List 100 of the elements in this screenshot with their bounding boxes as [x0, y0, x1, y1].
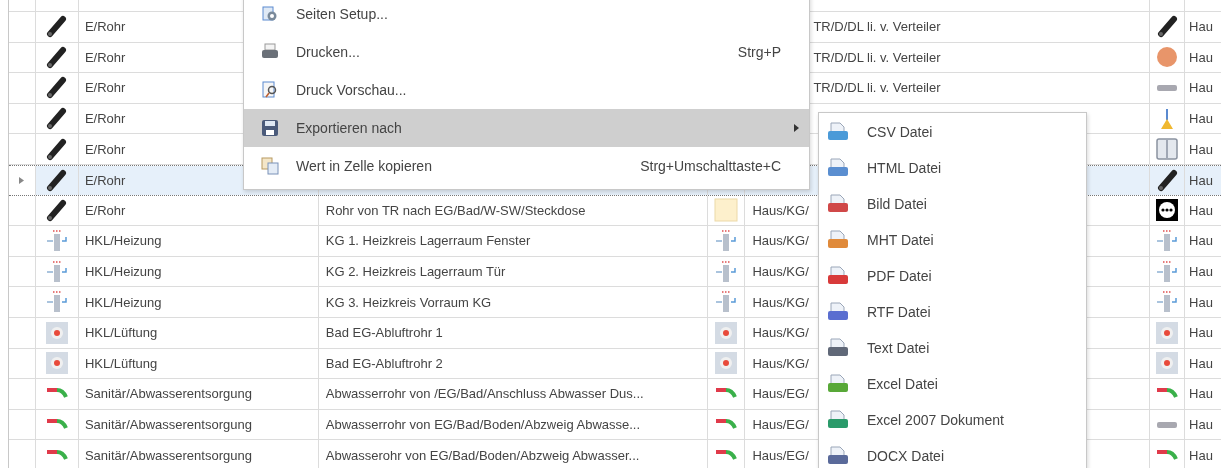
- table-cell: Hau: [1189, 417, 1213, 432]
- table-cell: Hau: [1189, 355, 1213, 371]
- table-cell: Hau: [1189, 447, 1213, 463]
- vent-icon: [714, 351, 739, 376]
- pipe-icon: [46, 137, 68, 161]
- menu-item[interactable]: DOCX Datei: [819, 438, 1086, 468]
- table-cell: Haus/KG/: [752, 233, 809, 249]
- pipe-icon: [1156, 168, 1178, 192]
- table-cell: Abwasserohr von EG/Bad/Boden/Abzweig Abwasser...: [325, 447, 640, 463]
- elbow-pipe-icon: [45, 418, 68, 431]
- print-preview-icon: [261, 81, 279, 99]
- menu-item[interactable]: Drucken... Strg+P: [244, 33, 809, 71]
- lamp-icon: [1160, 107, 1175, 130]
- table-cell: HKL/Heizung: [84, 233, 162, 249]
- pipe-icon: [1156, 15, 1178, 39]
- table-cell: HKL/Lüftung: [84, 325, 158, 341]
- note-icon: [714, 198, 739, 223]
- table-cell: Bad EG-Abluftrohr 1: [325, 325, 443, 341]
- table-cell: E/Rohr: [84, 49, 126, 65]
- menu-item[interactable]: Wert in Zelle kopieren Strg+Umschalttaste+C: [244, 147, 809, 185]
- table-cell: KG 1. Heizkreis Lagerraum Fenster: [325, 233, 531, 249]
- table-cell: Hau: [1189, 264, 1213, 280]
- table-cell: Hau: [1189, 111, 1213, 127]
- radiator-icon: [1156, 291, 1179, 314]
- vent-icon: [1155, 320, 1180, 345]
- menu-item[interactable]: CSV Datei: [819, 114, 1086, 150]
- bar-icon: [1157, 85, 1178, 91]
- vent-icon: [1155, 351, 1180, 376]
- switch-plate-icon: [1155, 137, 1180, 162]
- menu-item[interactable]: Druck Vorschau...: [244, 71, 809, 109]
- table-cell: Abwasserrohr von EG/Bad/Boden/Abzweig Abwasse...: [325, 417, 641, 432]
- elbow-pipe-icon: [1156, 448, 1179, 462]
- radiator-icon: [715, 291, 738, 314]
- table-cell: Hau: [1189, 294, 1213, 310]
- elbow-pipe-icon: [45, 448, 68, 462]
- elbow-pipe-icon: [715, 448, 738, 462]
- table-cell: HKL/Heizung: [84, 264, 162, 280]
- table-cell: Hau: [1189, 19, 1213, 35]
- table-cell: Hau: [1189, 172, 1213, 188]
- table-cell: E/Rohr: [84, 111, 126, 127]
- copy-icon: [261, 157, 279, 175]
- menu-item[interactable]: Exportieren nach: [244, 109, 809, 147]
- table-cell: TR/D/DL li. v. Verteiler: [813, 49, 941, 65]
- table-cell: Rohr von TR nach EG/Bad/W-SW/Steckdose: [325, 202, 586, 218]
- pipe-icon: [46, 45, 68, 69]
- menu-item[interactable]: Seiten Setup...: [244, 0, 809, 33]
- elbow-pipe-icon: [45, 387, 68, 401]
- table-cell: Haus/KG/: [752, 294, 809, 310]
- vent-icon: [44, 351, 69, 376]
- radiator-icon: [45, 291, 68, 314]
- table-cell: Hau: [1189, 233, 1213, 249]
- table-cell: KG 2. Heizkreis Lagerraum Tür: [325, 264, 506, 280]
- radiator-icon: [715, 229, 738, 252]
- table-cell: Hau: [1189, 141, 1213, 157]
- radiator-icon: [715, 260, 738, 283]
- table-cell: Abwasserrohr von /EG/Bad/Anschluss Abwasser Dus...: [325, 386, 644, 402]
- table-cell: Hau: [1189, 386, 1213, 402]
- table-cell: TR/D/DL li. v. Verteiler: [813, 80, 941, 96]
- vent-icon: [44, 320, 69, 345]
- table-cell: E/Rohr: [84, 172, 126, 188]
- table-cell: E/Rohr: [84, 141, 126, 157]
- disc-icon: [1157, 47, 1178, 68]
- menu-item[interactable]: HTML Datei: [819, 150, 1086, 186]
- row-indicator-icon: [19, 176, 25, 184]
- bar-icon: [1157, 421, 1178, 428]
- vent-icon: [714, 320, 739, 345]
- table-cell: Haus/KG/: [752, 325, 809, 341]
- page-setup-icon: [261, 5, 279, 23]
- pipe-icon: [46, 76, 68, 100]
- table-cell: TR/D/DL li. v. Verteiler: [813, 19, 941, 35]
- table-cell: Hau: [1189, 202, 1213, 218]
- radiator-icon: [45, 229, 68, 252]
- elbow-pipe-icon: [715, 418, 738, 431]
- table-cell: Hau: [1189, 49, 1213, 65]
- table-cell: Haus/EG/: [752, 447, 809, 463]
- table-cell: Haus/EG/: [752, 417, 809, 432]
- table-cell: Sanitär/Abwasserentsorgung: [84, 447, 252, 463]
- table-cell: Hau: [1189, 325, 1213, 341]
- table-cell: HKL/Heizung: [84, 294, 162, 310]
- table-cell: Sanitär/Abwasserentsorgung: [84, 417, 252, 432]
- pipe-icon: [46, 107, 68, 131]
- table-cell: HKL/Lüftung: [84, 355, 158, 371]
- table-cell: Haus/EG/: [752, 386, 809, 402]
- pipe-icon: [46, 15, 68, 39]
- pipe-icon: [46, 198, 68, 222]
- radiator-icon: [1156, 260, 1179, 283]
- socket-icon: [1155, 198, 1180, 223]
- table-cell: E/Rohr: [84, 80, 126, 96]
- table-cell: Bad EG-Abluftrohr 2: [325, 355, 443, 371]
- table-cell: Haus/KG/: [752, 202, 809, 218]
- printer-icon: [261, 43, 279, 61]
- table-cell: E/Rohr: [84, 19, 126, 35]
- table-cell: Sanitär/Abwasserentsorgung: [84, 386, 252, 402]
- pipe-icon: [46, 168, 68, 192]
- table-cell: Haus/KG/: [752, 355, 809, 371]
- table-cell: KG 3. Heizkreis Vorraum KG: [325, 294, 492, 310]
- elbow-pipe-icon: [1156, 387, 1179, 401]
- elbow-pipe-icon: [715, 387, 738, 401]
- radiator-icon: [45, 260, 68, 283]
- table-cell: Haus/KG/: [752, 264, 809, 280]
